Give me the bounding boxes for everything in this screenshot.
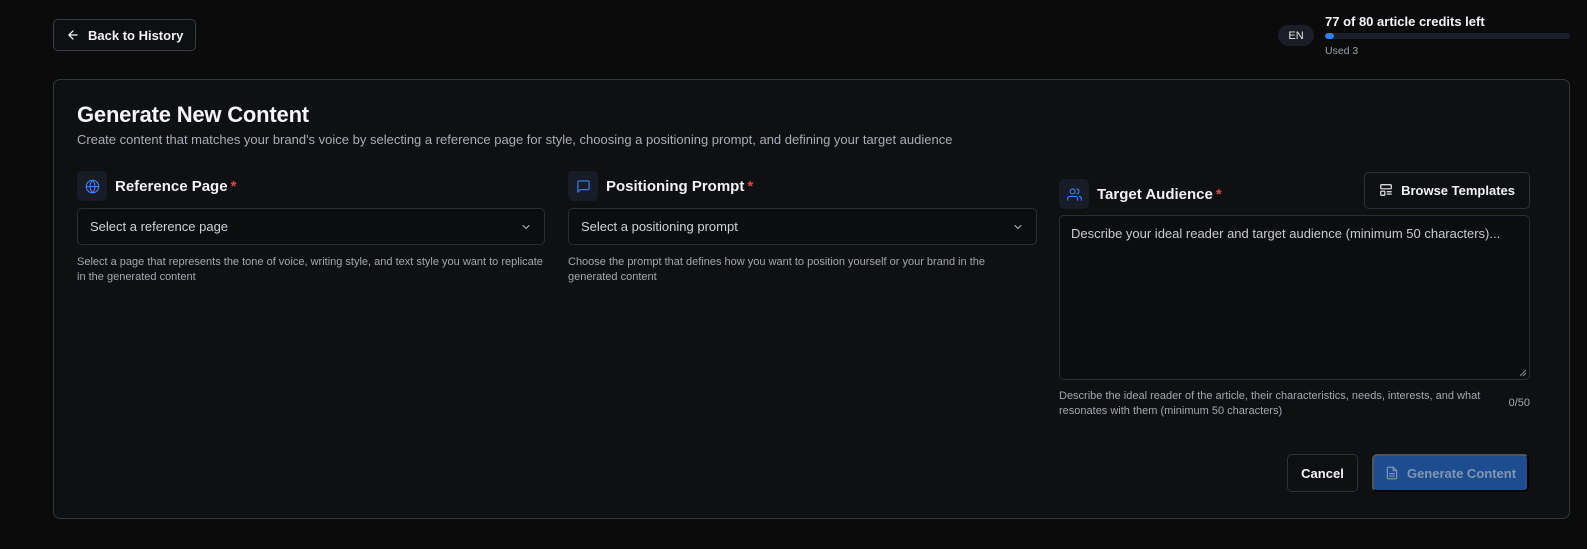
reference-page-label: Reference Page * <box>115 177 237 195</box>
browse-templates-label: Browse Templates <box>1401 182 1515 198</box>
reference-page-placeholder: Select a reference page <box>90 219 229 234</box>
credits-progress-fill <box>1325 33 1335 39</box>
target-audience-textarea[interactable]: Describe your ideal reader and target au… <box>1059 215 1530 380</box>
credits-progress-track <box>1325 33 1570 39</box>
resize-handle-icon[interactable] <box>1519 369 1527 377</box>
positioning-prompt-field: Positioning Prompt * Select a positioning… <box>568 171 1037 285</box>
reference-page-help: Select a page that represents the tone o… <box>77 256 543 283</box>
browse-templates-button[interactable]: Browse Templates <box>1364 171 1530 209</box>
reference-page-field: Reference Page * Select a reference page … <box>77 171 545 285</box>
credits-meter: 77 of 80 article credits left Used 3 <box>1325 14 1570 57</box>
message-icon <box>568 171 598 201</box>
target-audience-label: Target Audience * <box>1097 185 1222 203</box>
document-icon <box>1386 466 1398 480</box>
generate-content-label: Generate Content <box>1406 465 1517 481</box>
cancel-button[interactable]: Cancel <box>1287 454 1358 492</box>
character-counter: 0/50 <box>1508 397 1530 409</box>
page-subtitle: Create content that matches your brand's… <box>77 132 953 147</box>
positioning-prompt-placeholder: Select a positioning prompt <box>581 219 738 234</box>
arrow-left-icon <box>68 30 78 40</box>
language-selector[interactable]: EN <box>1278 25 1314 46</box>
back-to-history-label: Back to History <box>88 27 184 43</box>
chevron-down-icon <box>522 224 530 229</box>
users-icon <box>1059 179 1089 209</box>
positioning-prompt-label: Positioning Prompt * <box>606 177 754 195</box>
page-title: Generate New Content <box>77 102 309 127</box>
required-mark: * <box>230 177 237 195</box>
positioning-prompt-select[interactable]: Select a positioning prompt <box>568 208 1037 245</box>
positioning-prompt-help: Choose the prompt that defines how you w… <box>568 256 986 283</box>
generate-content-card: Generate New Content Create content that… <box>53 79 1570 519</box>
target-audience-field: Target Audience * Browse Templates Descri… <box>1059 171 1530 419</box>
globe-icon <box>77 171 107 201</box>
generate-content-button[interactable]: Generate Content <box>1372 454 1529 492</box>
target-audience-placeholder: Describe your ideal reader and target au… <box>1071 226 1501 241</box>
template-icon <box>1380 184 1392 196</box>
credits-title: 77 of 80 article credits left <box>1325 14 1485 29</box>
credits-used: Used 3 <box>1325 45 1359 57</box>
target-audience-help: Describe the ideal reader of the article… <box>1059 390 1481 417</box>
required-mark: * <box>747 177 754 195</box>
reference-page-select[interactable]: Select a reference page <box>77 208 545 245</box>
chevron-down-icon <box>1014 224 1022 229</box>
required-mark: * <box>1215 185 1222 203</box>
back-to-history-button[interactable]: Back to History <box>53 19 197 51</box>
